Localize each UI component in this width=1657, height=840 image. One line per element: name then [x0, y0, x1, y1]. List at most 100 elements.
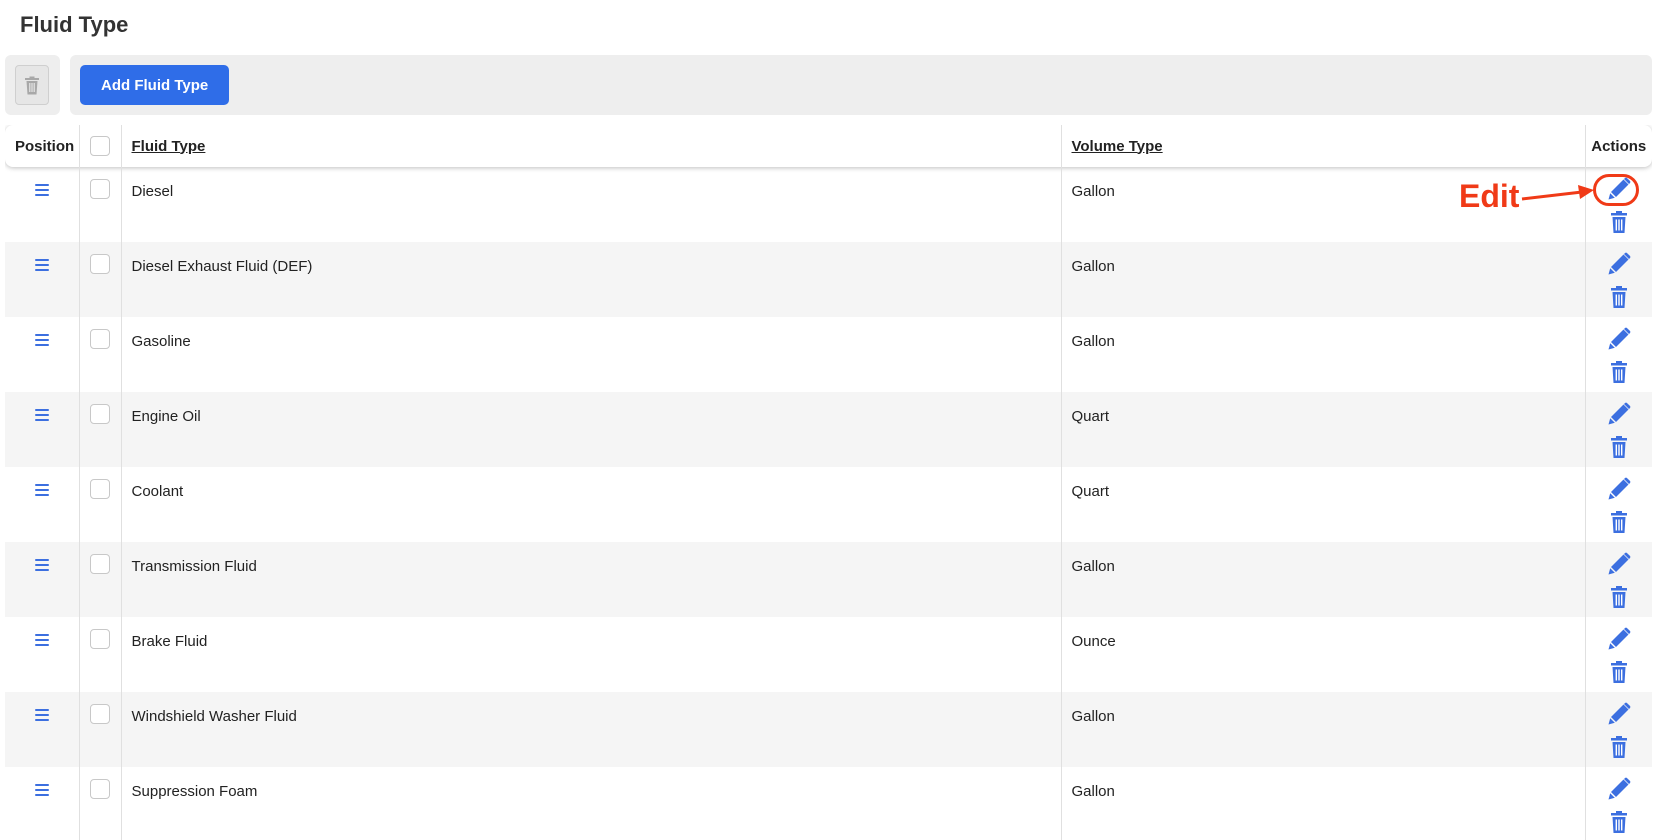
position-cell: [5, 542, 79, 617]
drag-handle-icon[interactable]: [34, 784, 49, 796]
trash-icon[interactable]: [1607, 210, 1631, 234]
fluid-type-header-label[interactable]: Fluid Type: [132, 138, 206, 155]
fluid-type-table-container: Position Fluid Type Volume Type Actions …: [5, 125, 1652, 840]
volume-type-cell: Gallon: [1060, 317, 1585, 392]
position-cell: [5, 617, 79, 692]
table-row: Gasoline Gallon: [5, 317, 1652, 392]
add-fluid-type-button[interactable]: Add Fluid Type: [80, 65, 230, 105]
pencil-icon[interactable]: [1607, 402, 1631, 426]
page-title: Fluid Type: [20, 12, 129, 37]
fluid-type-table: Position Fluid Type Volume Type Actions …: [5, 125, 1652, 840]
row-checkbox[interactable]: [89, 329, 110, 349]
select-all-checkbox[interactable]: [89, 136, 110, 156]
table-row: Engine Oil Quart: [5, 392, 1652, 467]
trash-icon: [25, 76, 39, 94]
table-row: Transmission Fluid Gallon: [5, 542, 1652, 617]
position-cell: [5, 242, 79, 317]
table-row: Diesel Gallon: [5, 167, 1652, 242]
select-cell: [78, 467, 121, 542]
toolbar: Add Fluid Type: [70, 55, 1652, 115]
row-checkbox[interactable]: [89, 704, 110, 724]
actions-cell: [1584, 467, 1652, 542]
volume-type-cell: Gallon: [1060, 542, 1585, 617]
pencil-icon[interactable]: [1607, 627, 1631, 651]
select-cell: [78, 542, 121, 617]
drag-handle-icon[interactable]: [34, 634, 49, 646]
drag-handle-icon[interactable]: [34, 184, 49, 196]
trash-icon[interactable]: [1607, 360, 1631, 384]
fluid-type-cell: Brake Fluid: [120, 617, 1061, 692]
actions-cell: [1584, 392, 1652, 467]
select-cell: [78, 392, 121, 467]
bulk-actions-bar: [5, 55, 60, 115]
fluid-type-cell: Diesel: [120, 167, 1061, 242]
pencil-icon[interactable]: [1607, 252, 1631, 276]
position-cell: [5, 317, 79, 392]
table-row: Windshield Washer Fluid Gallon: [5, 692, 1652, 767]
pencil-icon[interactable]: [1607, 702, 1631, 726]
volume-type-cell: Gallon: [1060, 242, 1585, 317]
volume-type-cell: Gallon: [1060, 692, 1585, 767]
bulk-delete-button[interactable]: [15, 65, 49, 105]
row-checkbox[interactable]: [89, 179, 110, 199]
drag-handle-icon[interactable]: [34, 334, 49, 346]
table-header-row: Position Fluid Type Volume Type Actions: [5, 125, 1652, 167]
drag-handle-icon[interactable]: [34, 559, 49, 571]
actions-cell: [1584, 767, 1652, 840]
actions-cell: [1584, 542, 1652, 617]
fluid-type-cell: Gasoline: [120, 317, 1061, 392]
trash-icon[interactable]: [1607, 735, 1631, 759]
trash-icon[interactable]: [1607, 660, 1631, 684]
pencil-icon[interactable]: [1607, 327, 1631, 351]
select-cell: [78, 317, 121, 392]
edit-annotation-label: Edit: [1459, 178, 1520, 214]
trash-icon[interactable]: [1607, 285, 1631, 309]
volume-type-header-label[interactable]: Volume Type: [1072, 138, 1163, 155]
position-cell: [5, 392, 79, 467]
trash-icon[interactable]: [1607, 810, 1631, 834]
drag-handle-icon[interactable]: [34, 484, 49, 496]
select-cell: [78, 767, 121, 840]
table-row: Coolant Quart: [5, 467, 1652, 542]
trash-icon[interactable]: [1607, 435, 1631, 459]
pencil-icon[interactable]: [1607, 777, 1631, 801]
position-cell: [5, 467, 79, 542]
volume-type-header[interactable]: Volume Type: [1060, 125, 1585, 167]
row-checkbox[interactable]: [89, 779, 110, 799]
select-all-cell: [78, 125, 121, 167]
position-cell: [5, 692, 79, 767]
row-checkbox[interactable]: [89, 404, 110, 424]
row-checkbox[interactable]: [89, 629, 110, 649]
drag-handle-icon[interactable]: [34, 259, 49, 271]
position-header: Position: [15, 137, 75, 155]
select-cell: [78, 242, 121, 317]
fluid-type-cell: Transmission Fluid: [120, 542, 1061, 617]
fluid-type-cell: Windshield Washer Fluid: [120, 692, 1061, 767]
volume-type-cell: Quart: [1060, 392, 1585, 467]
row-checkbox[interactable]: [89, 254, 110, 274]
select-cell: [78, 692, 121, 767]
trash-icon[interactable]: [1607, 510, 1631, 534]
actions-cell: [1584, 617, 1652, 692]
actions-header: Actions: [1584, 125, 1652, 167]
drag-handle-icon[interactable]: [34, 709, 49, 721]
annotation-arrow-icon: [1521, 185, 1594, 201]
row-checkbox[interactable]: [89, 479, 110, 499]
volume-type-cell: Quart: [1060, 467, 1585, 542]
row-checkbox[interactable]: [89, 554, 110, 574]
volume-type-cell: Ounce: [1060, 617, 1585, 692]
volume-type-cell: Gallon: [1060, 767, 1585, 840]
pencil-icon[interactable]: [1607, 552, 1631, 576]
select-cell: [78, 167, 121, 242]
position-cell: [5, 767, 79, 840]
trash-icon[interactable]: [1607, 585, 1631, 609]
pencil-icon[interactable]: [1607, 477, 1631, 501]
fluid-type-cell: Coolant: [120, 467, 1061, 542]
table-row: Brake Fluid Ounce: [5, 617, 1652, 692]
fluid-type-header[interactable]: Fluid Type: [120, 125, 1061, 167]
actions-cell: [1584, 242, 1652, 317]
drag-handle-icon[interactable]: [34, 409, 49, 421]
table-row: Diesel Exhaust Fluid (DEF) Gallon: [5, 242, 1652, 317]
actions-cell: [1584, 317, 1652, 392]
position-cell: [5, 167, 79, 242]
